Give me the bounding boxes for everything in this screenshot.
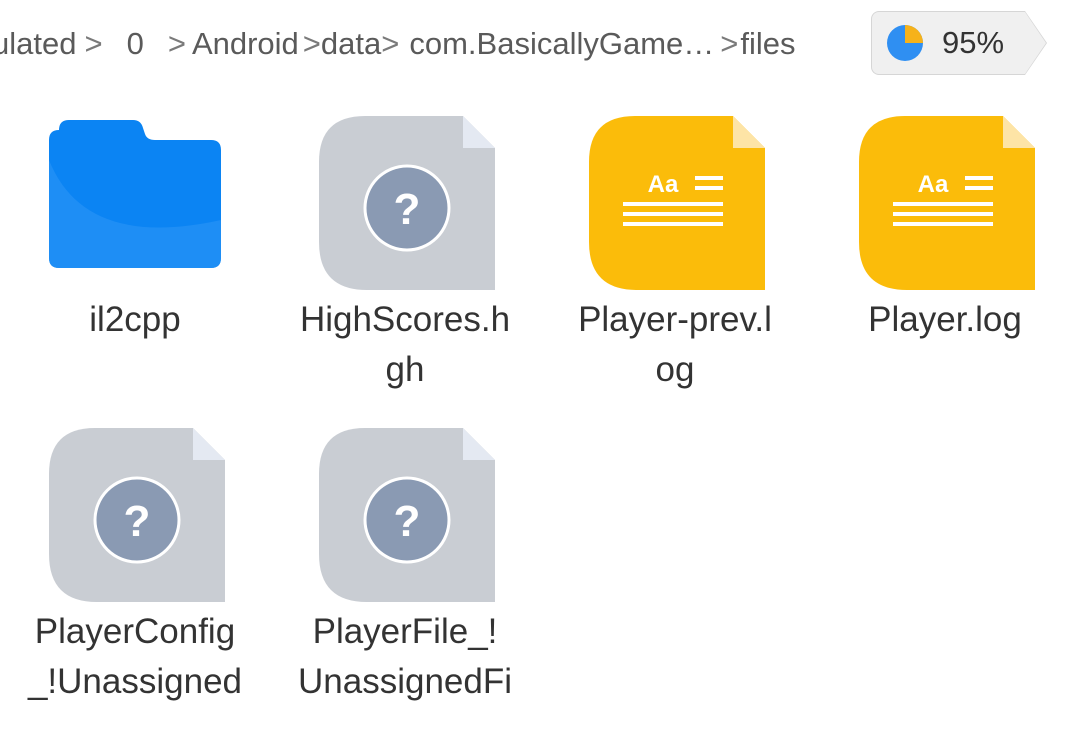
breadcrumb-separator: > bbox=[302, 26, 321, 61]
breadcrumb-separator: > bbox=[84, 26, 103, 61]
file-item-il2cpp[interactable]: il2cpp bbox=[10, 110, 260, 350]
file-name: og bbox=[655, 350, 695, 389]
breadcrumb-item-data[interactable]: data bbox=[321, 26, 381, 62]
svg-text:Aa: Aa bbox=[648, 171, 679, 198]
breadcrumb-separator: > bbox=[167, 26, 186, 61]
breadcrumb-item-package[interactable]: com.BasicallyGame… bbox=[409, 26, 714, 62]
breadcrumb-separator: > bbox=[381, 26, 400, 61]
file-name: PlayerConfig bbox=[34, 612, 236, 651]
breadcrumb-item-emulated[interactable]: ulated bbox=[0, 26, 76, 62]
file-item-playerconfig[interactable]: ? PlayerConfig _!Unassigned bbox=[10, 422, 260, 712]
file-name: PlayerFile_! bbox=[312, 612, 498, 651]
breadcrumb-item-files[interactable]: files bbox=[740, 26, 795, 62]
svg-text:?: ? bbox=[394, 497, 421, 546]
file-name: HighScores.h bbox=[299, 300, 511, 339]
storage-pie-icon bbox=[887, 25, 923, 61]
file-name: _!Unassigned bbox=[27, 662, 243, 701]
breadcrumb-item-0[interactable]: 0 bbox=[127, 26, 144, 62]
storage-usage-button[interactable]: 95% bbox=[871, 11, 1047, 75]
breadcrumb-separator: > bbox=[720, 26, 739, 61]
file-name: il2cpp bbox=[89, 300, 181, 339]
text-file-icon: Aa bbox=[859, 116, 1035, 290]
breadcrumb-item-android[interactable]: Android bbox=[192, 26, 299, 62]
svg-text:Aa: Aa bbox=[918, 171, 949, 198]
unknown-file-icon: ? bbox=[319, 116, 495, 290]
file-item-player-log[interactable]: Aa Player.log bbox=[820, 110, 1070, 350]
file-name: Player.log bbox=[868, 300, 1022, 339]
file-name: UnassignedFi bbox=[298, 662, 512, 701]
text-file-icon: Aa bbox=[589, 116, 765, 290]
unknown-file-icon: ? bbox=[319, 428, 495, 602]
file-item-player-prev-log[interactable]: Aa Player-prev.l og bbox=[550, 110, 800, 400]
folder-icon bbox=[49, 120, 221, 268]
unknown-file-icon: ? bbox=[49, 428, 225, 602]
file-name: gh bbox=[385, 350, 425, 389]
storage-percent: 95% bbox=[942, 25, 1005, 60]
svg-text:?: ? bbox=[124, 497, 151, 546]
svg-text:?: ? bbox=[394, 185, 421, 234]
file-item-highscores[interactable]: ? HighScores.h gh bbox=[280, 110, 530, 400]
file-name: Player-prev.l bbox=[578, 300, 772, 339]
file-item-playerfile[interactable]: ? PlayerFile_! UnassignedFi bbox=[280, 422, 530, 712]
